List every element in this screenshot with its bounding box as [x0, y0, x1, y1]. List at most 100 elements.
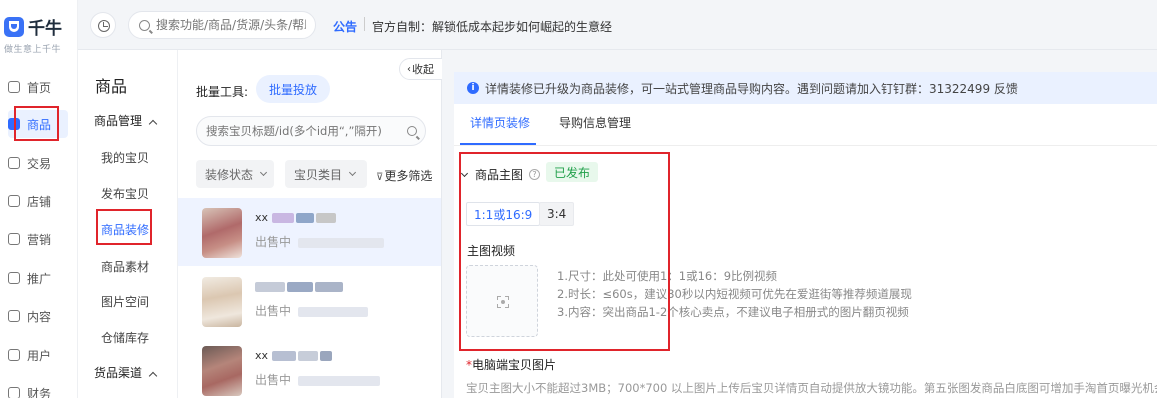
app-root: 千牛 做生意上千牛 首页 商品 交易 店铺 营销 推广 内容 用户 财务 搜索功… — [0, 0, 1157, 398]
product-icon — [8, 118, 20, 130]
video-upload-box[interactable] — [466, 265, 538, 337]
product-title: xx — [255, 349, 332, 362]
submenu-item-image-space[interactable]: 图片空间 — [101, 293, 149, 310]
tab-guide-info[interactable]: 导购信息管理 — [559, 114, 631, 131]
section-title: 商品主图 — [475, 168, 524, 182]
pc-image-label: *电脑端宝贝图片 — [466, 356, 556, 373]
rail-item-trade[interactable]: 交易 — [8, 149, 68, 177]
notice-divider — [364, 17, 365, 31]
rail-item-user[interactable]: 用户 — [8, 341, 68, 369]
brand-name: 千牛 — [28, 19, 62, 39]
brand-logo[interactable]: 千牛 做生意上千牛 — [4, 14, 76, 55]
product-status: 出售中 — [255, 371, 380, 388]
video-tip: 2.时长：≤60s，建议30秒以内短视频可优先在爱逛街等推荐频道展现 — [557, 287, 912, 301]
rail-item-label: 商品 — [27, 117, 52, 132]
ratio-tab-1-1[interactable]: 1:1或16:9 — [466, 202, 541, 226]
collapse-button[interactable]: ‹ 收起 — [399, 58, 443, 80]
section-main-image-header[interactable]: 商品主图 ? — [460, 166, 541, 183]
main-image-panel: 商品主图 ? 已发布 1:1或16:9 3:4 主图视频 1.尺寸：此处可使用1… — [454, 146, 1157, 398]
submenu-item-my-items[interactable]: 我的宝贝 — [101, 149, 149, 166]
active-tab-indicator — [460, 143, 536, 145]
chevron-down-icon — [348, 168, 357, 177]
product-status-text: 出售中 — [255, 373, 292, 387]
rail-item-label: 用户 — [27, 348, 52, 363]
product-title: xx — [255, 211, 336, 224]
info-icon: i — [467, 82, 479, 94]
chevron-down-icon — [460, 169, 469, 177]
more-filters-button[interactable]: ⊽更多筛选 — [376, 167, 432, 184]
marketing-icon — [8, 233, 20, 245]
search-icon[interactable] — [407, 126, 417, 136]
submenu-group-channels[interactable]: 货品渠道 — [94, 364, 158, 381]
filter-decoration-status[interactable]: 装修状态 — [196, 160, 274, 188]
info-text: 详情装修已升级为商品装修，可一站式管理商品导购内容。遇到问题请加入钉钉群：313… — [485, 81, 1018, 96]
rail-item-label: 财务 — [27, 386, 52, 398]
product-status: 出售中 — [255, 233, 384, 250]
notice-tag[interactable]: 公告 — [333, 18, 357, 35]
history-clock-icon[interactable] — [90, 12, 116, 38]
rail-item-marketing[interactable]: 营销 — [8, 225, 68, 253]
home-icon — [8, 81, 20, 93]
product-list-panel: ‹收起 批量工具: 批量投放 装修状态 宝贝类目 ⊽更多筛选 xx 出售中 — [178, 50, 443, 398]
video-tip: 3.内容：突出商品1-2个核心卖点，不建议电子相册式的图片翻页视频 — [557, 305, 909, 319]
filter-category[interactable]: 宝贝类目 — [285, 160, 367, 188]
submenu-title: 商品 — [95, 77, 128, 96]
rail-item-label: 交易 — [27, 156, 52, 171]
shop-icon — [8, 195, 20, 207]
chevron-left-icon: ‹ — [407, 63, 411, 75]
search-icon — [139, 19, 150, 31]
notice-text[interactable]: 官方自制：解锁低成本起步如何崛起的生意经 — [372, 18, 612, 35]
global-search-input[interactable] — [156, 18, 306, 32]
pc-image-description: 宝贝主图大小不能超过3MB；700*700 以上图片上传后宝贝详情页自动提供放大… — [466, 381, 1157, 395]
rail-item-label: 内容 — [27, 309, 52, 324]
user-icon — [8, 349, 20, 361]
ratio-tab-3-4[interactable]: 3:4 — [539, 202, 575, 226]
rail-item-label: 首页 — [27, 80, 52, 95]
main-video-label: 主图视频 — [467, 244, 516, 258]
rail-item-product[interactable]: 商品 — [8, 110, 68, 138]
product-search-input[interactable] — [206, 124, 403, 138]
submenu-item-product-decoration[interactable]: 商品装修 — [101, 221, 149, 238]
submenu-group-product-management[interactable]: 商品管理 — [94, 112, 158, 129]
submenu-item-publish[interactable]: 发布宝贝 — [101, 185, 149, 202]
rail-item-label: 推广 — [27, 271, 52, 286]
tab-detail-decoration[interactable]: 详情页装修 — [470, 114, 530, 131]
top-bar: 公告 官方自制：解锁低成本起步如何崛起的生意经 — [78, 0, 1157, 50]
product-thumbnail — [202, 346, 242, 396]
more-filters-label: 更多筛选 — [384, 169, 433, 183]
collapse-label: 收起 — [412, 63, 434, 76]
upload-icon — [497, 296, 509, 308]
filter-label: 装修状态 — [205, 167, 254, 182]
rail-item-label: 店铺 — [27, 194, 52, 209]
rail-item-home[interactable]: 首页 — [8, 73, 68, 101]
brand-slogan: 做生意上千牛 — [4, 45, 62, 55]
qianniu-logo-icon — [4, 16, 24, 37]
bulk-deploy-button[interactable]: 批量投放 — [256, 75, 330, 103]
submenu-item-inventory[interactable]: 仓储库存 — [101, 329, 149, 346]
product-list-item[interactable]: 出售中 — [178, 267, 441, 335]
rail-item-finance[interactable]: 财务 — [8, 379, 68, 398]
filter-label: 宝贝类目 — [294, 167, 343, 182]
info-banner: i 详情装修已升级为商品装修，可一站式管理商品导购内容。遇到问题请加入钉钉群：3… — [454, 72, 1157, 104]
product-submenu: 商品 商品管理 我的宝贝 发布宝贝 商品装修 商品素材 图片空间 仓储库存 货品… — [78, 50, 178, 398]
help-icon[interactable]: ? — [529, 169, 541, 180]
main-content: i 详情装修已升级为商品装修，可一站式管理商品导购内容。遇到问题请加入钉钉群：3… — [442, 50, 1157, 398]
chevron-up-icon — [148, 371, 158, 381]
rail-item-promote[interactable]: 推广 — [8, 264, 68, 292]
submenu-group-label: 货品渠道 — [94, 366, 143, 380]
chevron-down-icon — [259, 168, 268, 177]
product-thumbnail — [202, 208, 242, 258]
rail-item-shop[interactable]: 店铺 — [8, 187, 68, 215]
product-status-text: 出售中 — [255, 235, 292, 249]
product-list-item[interactable]: xx 出售中 — [178, 336, 441, 398]
submenu-item-materials[interactable]: 商品素材 — [101, 258, 149, 275]
product-status-text: 出售中 — [255, 304, 292, 318]
trade-icon — [8, 157, 20, 169]
promote-icon — [8, 272, 20, 284]
filter-icon: ⊽ — [376, 172, 384, 183]
video-tip: 1.尺寸：此处可使用1：1或16：9比例视频 — [557, 269, 778, 283]
product-search[interactable] — [196, 116, 426, 146]
product-list-item[interactable]: xx 出售中 — [178, 198, 441, 266]
global-search[interactable] — [128, 11, 316, 39]
rail-item-content[interactable]: 内容 — [8, 302, 68, 330]
